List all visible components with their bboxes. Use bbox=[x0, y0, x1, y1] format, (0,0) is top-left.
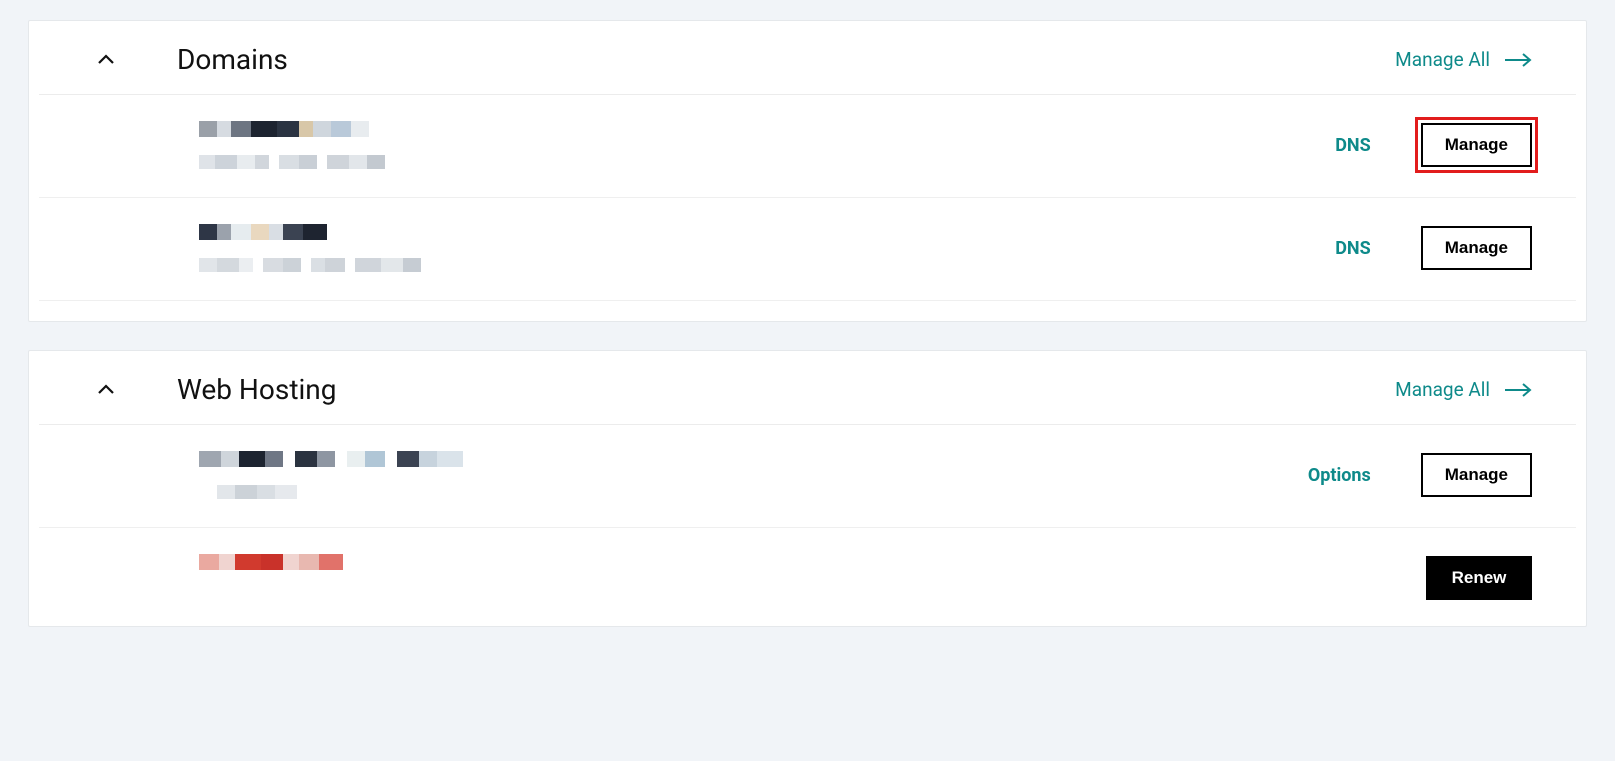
redacted-domain-name bbox=[199, 121, 385, 137]
dns-link[interactable]: DNS bbox=[1335, 135, 1370, 156]
redacted-domain-name bbox=[199, 224, 421, 240]
hosting-row: Options Manage bbox=[39, 425, 1576, 528]
hosting-row-actions: Options Manage bbox=[1308, 451, 1532, 497]
chevron-up-icon[interactable] bbox=[97, 51, 115, 69]
manage-button[interactable]: Manage bbox=[1421, 123, 1532, 167]
hosting-row-actions: Renew bbox=[1426, 554, 1532, 600]
hosting-info bbox=[199, 554, 343, 570]
redacted-hosting-name bbox=[199, 451, 463, 467]
domains-header-left: Domains bbox=[97, 43, 288, 76]
domains-panel: Domains Manage All DNS Manage bbox=[28, 20, 1587, 322]
domain-row: DNS Manage bbox=[39, 198, 1576, 301]
options-link[interactable]: Options bbox=[1308, 465, 1371, 486]
arrow-right-icon bbox=[1504, 53, 1532, 67]
manage-all-label: Manage All bbox=[1395, 48, 1490, 71]
chevron-up-icon[interactable] bbox=[97, 381, 115, 399]
redacted-hosting-subtext bbox=[217, 485, 463, 501]
hosting-row: Renew bbox=[39, 528, 1576, 626]
domains-manage-all-link[interactable]: Manage All bbox=[1395, 48, 1532, 71]
redacted-domain-subtext bbox=[199, 155, 385, 171]
dns-link[interactable]: DNS bbox=[1335, 238, 1370, 259]
domain-info bbox=[199, 224, 421, 274]
domain-row-actions: DNS Manage bbox=[1335, 121, 1532, 167]
redacted-hosting-expiry bbox=[199, 554, 343, 570]
web-hosting-header-left: Web Hosting bbox=[97, 373, 336, 406]
hosting-info bbox=[199, 451, 463, 501]
web-hosting-manage-all-link[interactable]: Manage All bbox=[1395, 378, 1532, 401]
web-hosting-panel: Web Hosting Manage All Options Manage bbox=[28, 350, 1587, 627]
domains-title: Domains bbox=[177, 43, 288, 76]
web-hosting-title: Web Hosting bbox=[177, 373, 336, 406]
domains-header: Domains Manage All bbox=[39, 21, 1576, 95]
domain-row-actions: DNS Manage bbox=[1335, 224, 1532, 270]
domain-row: DNS Manage bbox=[39, 95, 1576, 198]
domain-info bbox=[199, 121, 385, 171]
manage-button[interactable]: Manage bbox=[1421, 226, 1532, 270]
redacted-domain-subtext bbox=[199, 258, 421, 274]
web-hosting-header: Web Hosting Manage All bbox=[39, 351, 1576, 425]
arrow-right-icon bbox=[1504, 383, 1532, 397]
renew-button[interactable]: Renew bbox=[1426, 556, 1532, 600]
manage-button[interactable]: Manage bbox=[1421, 453, 1532, 497]
manage-all-label: Manage All bbox=[1395, 378, 1490, 401]
